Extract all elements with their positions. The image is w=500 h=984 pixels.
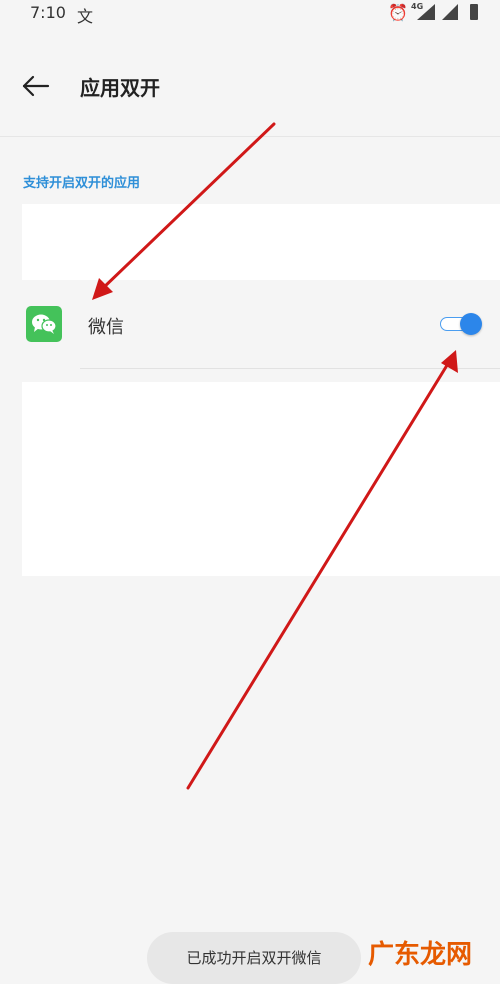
page-title: 应用双开 [80, 76, 160, 100]
divider [80, 368, 500, 369]
watermark: 广东龙网 [364, 930, 500, 976]
alarm-icon: ⏰ [388, 3, 408, 22]
toggle-knob [460, 313, 482, 335]
app-row-wechat[interactable]: 微信 [0, 288, 500, 369]
wechat-icon [26, 306, 62, 342]
dual-app-toggle[interactable] [438, 312, 482, 336]
back-arrow-icon[interactable] [20, 72, 52, 100]
signal-icon [442, 4, 458, 20]
status-time: 7:10 [30, 3, 66, 22]
section-label: 支持开启双开的应用 [23, 176, 141, 191]
content-card [22, 204, 500, 280]
signal-icon [417, 4, 435, 20]
notification-glyph: 文 [77, 7, 94, 26]
toast-message: 已成功开启双开微信 [186, 949, 322, 967]
watermark-text: 广东龙网 [368, 940, 473, 970]
battery-icon [470, 4, 478, 20]
content-card [22, 382, 500, 576]
app-name: 微信 [88, 317, 124, 338]
status-bar: 7:10 文 ⏰ 4G [0, 0, 500, 28]
toast: 已成功开启双开微信 [147, 932, 361, 984]
app-bar: 应用双开 [0, 28, 500, 137]
